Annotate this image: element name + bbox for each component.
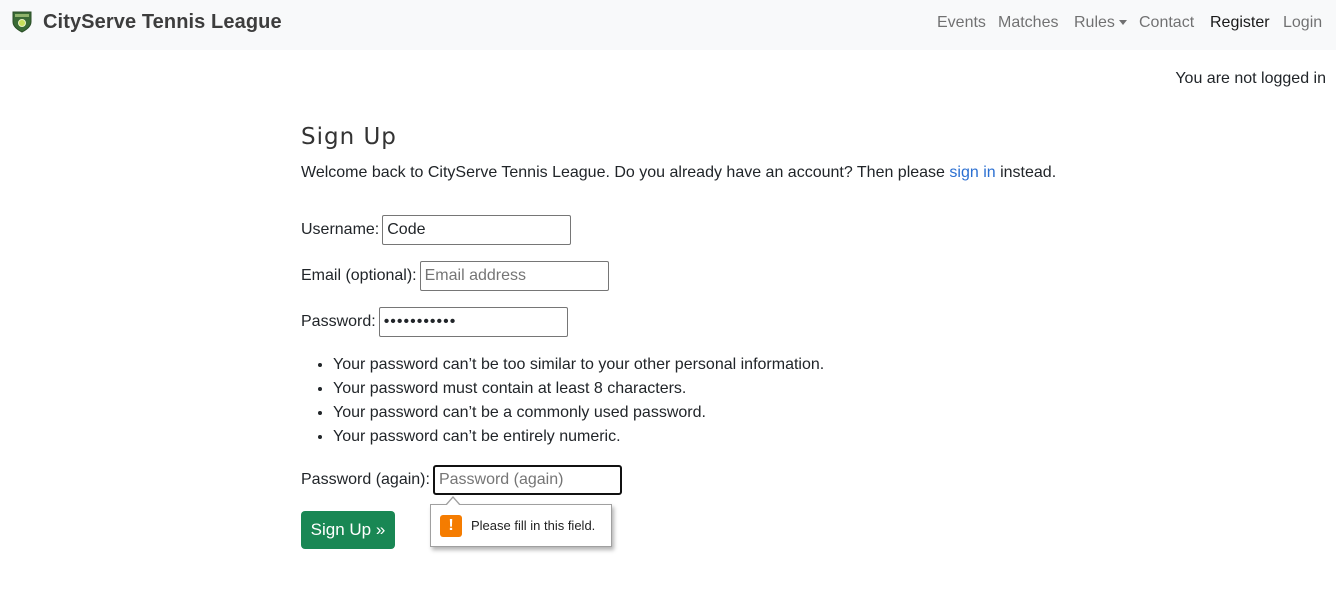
navbar: CityServe Tennis League Events Matches R…	[0, 0, 1336, 50]
nav-contact[interactable]: Contact	[1139, 14, 1194, 32]
brand-link[interactable]: CityServe Tennis League	[11, 10, 282, 34]
password-rules-list: Your password can’t be too similar to yo…	[301, 353, 824, 449]
validation-tooltip: ! Please fill in this field.	[430, 496, 612, 547]
nav-login[interactable]: Login	[1283, 14, 1322, 32]
email-label: Email (optional):	[301, 267, 417, 284]
page-title: Sign Up	[301, 124, 397, 150]
login-status: You are not logged in	[1175, 70, 1326, 87]
welcome-suffix: instead.	[995, 164, 1057, 181]
nav-rules-label: Rules	[1074, 14, 1115, 31]
password-again-input[interactable]	[432, 465, 622, 495]
password-again-label: Password (again):	[301, 471, 430, 488]
username-label: Username:	[301, 221, 380, 238]
username-row: Username:	[301, 215, 572, 245]
nav-events[interactable]: Events	[937, 14, 986, 32]
password-rule: Your password can’t be a commonly used p…	[333, 401, 824, 425]
welcome-prefix: Welcome back to CityServe Tennis League.…	[301, 164, 950, 181]
brand-name: CityServe Tennis League	[43, 10, 282, 33]
password-again-row: Password (again):	[301, 465, 622, 495]
password-rule: Your password can’t be entirely numeric.	[333, 425, 824, 449]
nav-matches[interactable]: Matches	[998, 14, 1058, 32]
validation-message: Please fill in this field.	[471, 518, 596, 533]
signup-content: Sign Up Welcome back to CityServe Tennis…	[301, 124, 1101, 549]
nav-rules-dropdown[interactable]: Rules	[1074, 14, 1127, 32]
nav-register[interactable]: Register	[1210, 14, 1270, 32]
sign-in-link[interactable]: sign in	[949, 164, 995, 181]
sign-up-button[interactable]: Sign Up »	[301, 511, 395, 549]
password-rule: Your password can’t be too similar to yo…	[333, 353, 824, 377]
warning-icon: !	[440, 514, 462, 537]
welcome-text: Welcome back to CityServe Tennis League.…	[301, 164, 1101, 182]
password-rule: Your password must contain at least 8 ch…	[333, 377, 824, 401]
caret-down-icon	[1118, 19, 1127, 25]
password-input[interactable]	[378, 307, 568, 337]
tennis-shield-logo-icon	[12, 11, 32, 33]
email-row: Email (optional):	[301, 261, 609, 291]
password-row: Password:	[301, 307, 568, 337]
username-input[interactable]	[382, 215, 572, 245]
email-input[interactable]	[419, 261, 609, 291]
password-label: Password:	[301, 313, 376, 330]
